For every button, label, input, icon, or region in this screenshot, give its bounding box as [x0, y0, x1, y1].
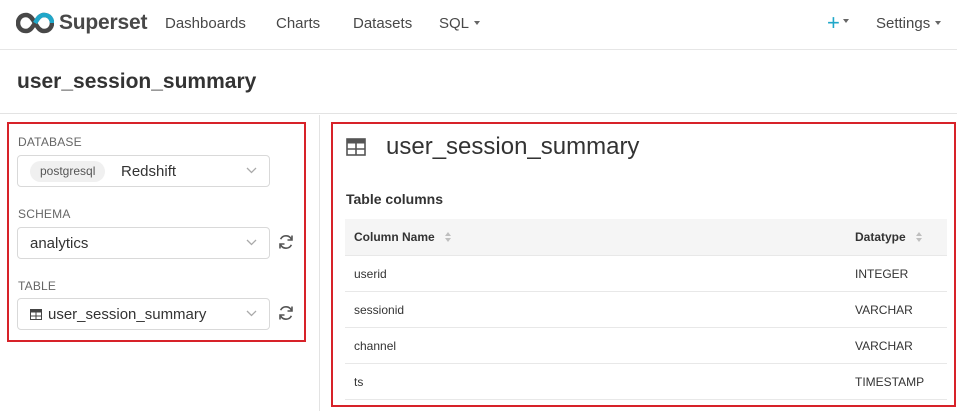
nav-dashboards-label: Dashboards [165, 15, 246, 32]
database-value: Redshift [121, 163, 177, 180]
table-row: channel VARCHAR [345, 328, 947, 364]
table-row: ts TIMESTAMP [345, 364, 947, 400]
new-menu-button[interactable]: + [827, 10, 849, 36]
table-icon [30, 309, 42, 320]
datatype-header-label: Datatype [855, 230, 906, 244]
database-engine-tag: postgresql [30, 161, 106, 182]
column-name-cell: sessionid [354, 303, 405, 317]
nav-dashboards[interactable]: Dashboards [165, 15, 246, 32]
refresh-schema-icon[interactable] [277, 233, 295, 251]
superset-logo-icon [16, 12, 54, 34]
page-title: user_session_summary [17, 70, 257, 93]
table-row: sessionid VARCHAR [345, 292, 947, 328]
column-name-cell: ts [354, 375, 364, 389]
column-name-cell: userid [354, 267, 387, 281]
datatype-cell: INTEGER [855, 267, 909, 281]
nav-charts[interactable]: Charts [276, 15, 320, 32]
settings-menu[interactable]: Settings [876, 15, 942, 32]
chevron-down-icon [246, 239, 257, 246]
sort-icon [916, 231, 923, 242]
nav-datasets-label: Datasets [353, 15, 413, 32]
caret-down-icon [474, 21, 481, 26]
table-value: user_session_summary [48, 306, 207, 323]
database-label: DATABASE [18, 135, 82, 149]
table-icon [346, 138, 366, 156]
page-header: user_session_summary [0, 51, 957, 114]
table-row: userid INTEGER [345, 256, 947, 292]
plus-icon: + [827, 10, 840, 35]
nav-datasets[interactable]: Datasets [353, 15, 412, 32]
dataset-title: user_session_summary [386, 133, 640, 160]
datatype-cell: VARCHAR [855, 303, 913, 317]
schema-select[interactable]: analytics [17, 227, 270, 259]
datatype-header[interactable]: Datatype [855, 230, 923, 244]
nav-sql-label: SQL [439, 15, 470, 32]
caret-down-icon [842, 19, 849, 24]
database-select[interactable]: postgresql Redshift [17, 155, 270, 187]
column-name-header[interactable]: Column Name [354, 230, 452, 244]
refresh-table-icon[interactable] [277, 304, 295, 322]
columns-table-header: Column Name Datatype [345, 219, 947, 256]
nav-charts-label: Charts [276, 15, 321, 32]
settings-label: Settings [876, 15, 931, 32]
datatype-cell: TIMESTAMP [855, 375, 925, 389]
superset-logo[interactable]: Superset [16, 9, 147, 37]
table-select[interactable]: user_session_summary [17, 298, 270, 330]
sort-icon [445, 231, 452, 242]
column-name-header-label: Column Name [354, 230, 435, 244]
top-navbar: Superset Dashboards Charts Datasets SQL … [0, 0, 957, 50]
column-name-cell: channel [354, 339, 397, 353]
datatype-cell: VARCHAR [855, 339, 913, 353]
table-columns-heading: Table columns [346, 191, 443, 207]
chevron-down-icon [246, 167, 257, 174]
nav-sql-menu[interactable]: SQL [439, 15, 481, 32]
chevron-down-icon [246, 310, 257, 317]
table-label: TABLE [18, 279, 57, 293]
schema-value: analytics [30, 235, 89, 252]
app-name: Superset [59, 11, 148, 34]
caret-down-icon [935, 21, 942, 26]
schema-label: SCHEMA [18, 207, 71, 221]
